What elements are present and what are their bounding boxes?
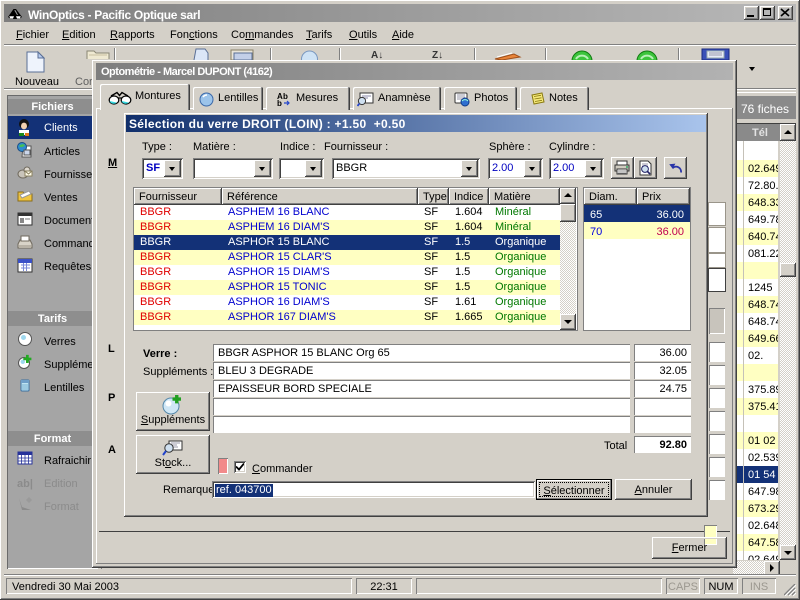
svg-text:b: b bbox=[283, 92, 288, 101]
svg-text:b: b bbox=[277, 99, 282, 107]
